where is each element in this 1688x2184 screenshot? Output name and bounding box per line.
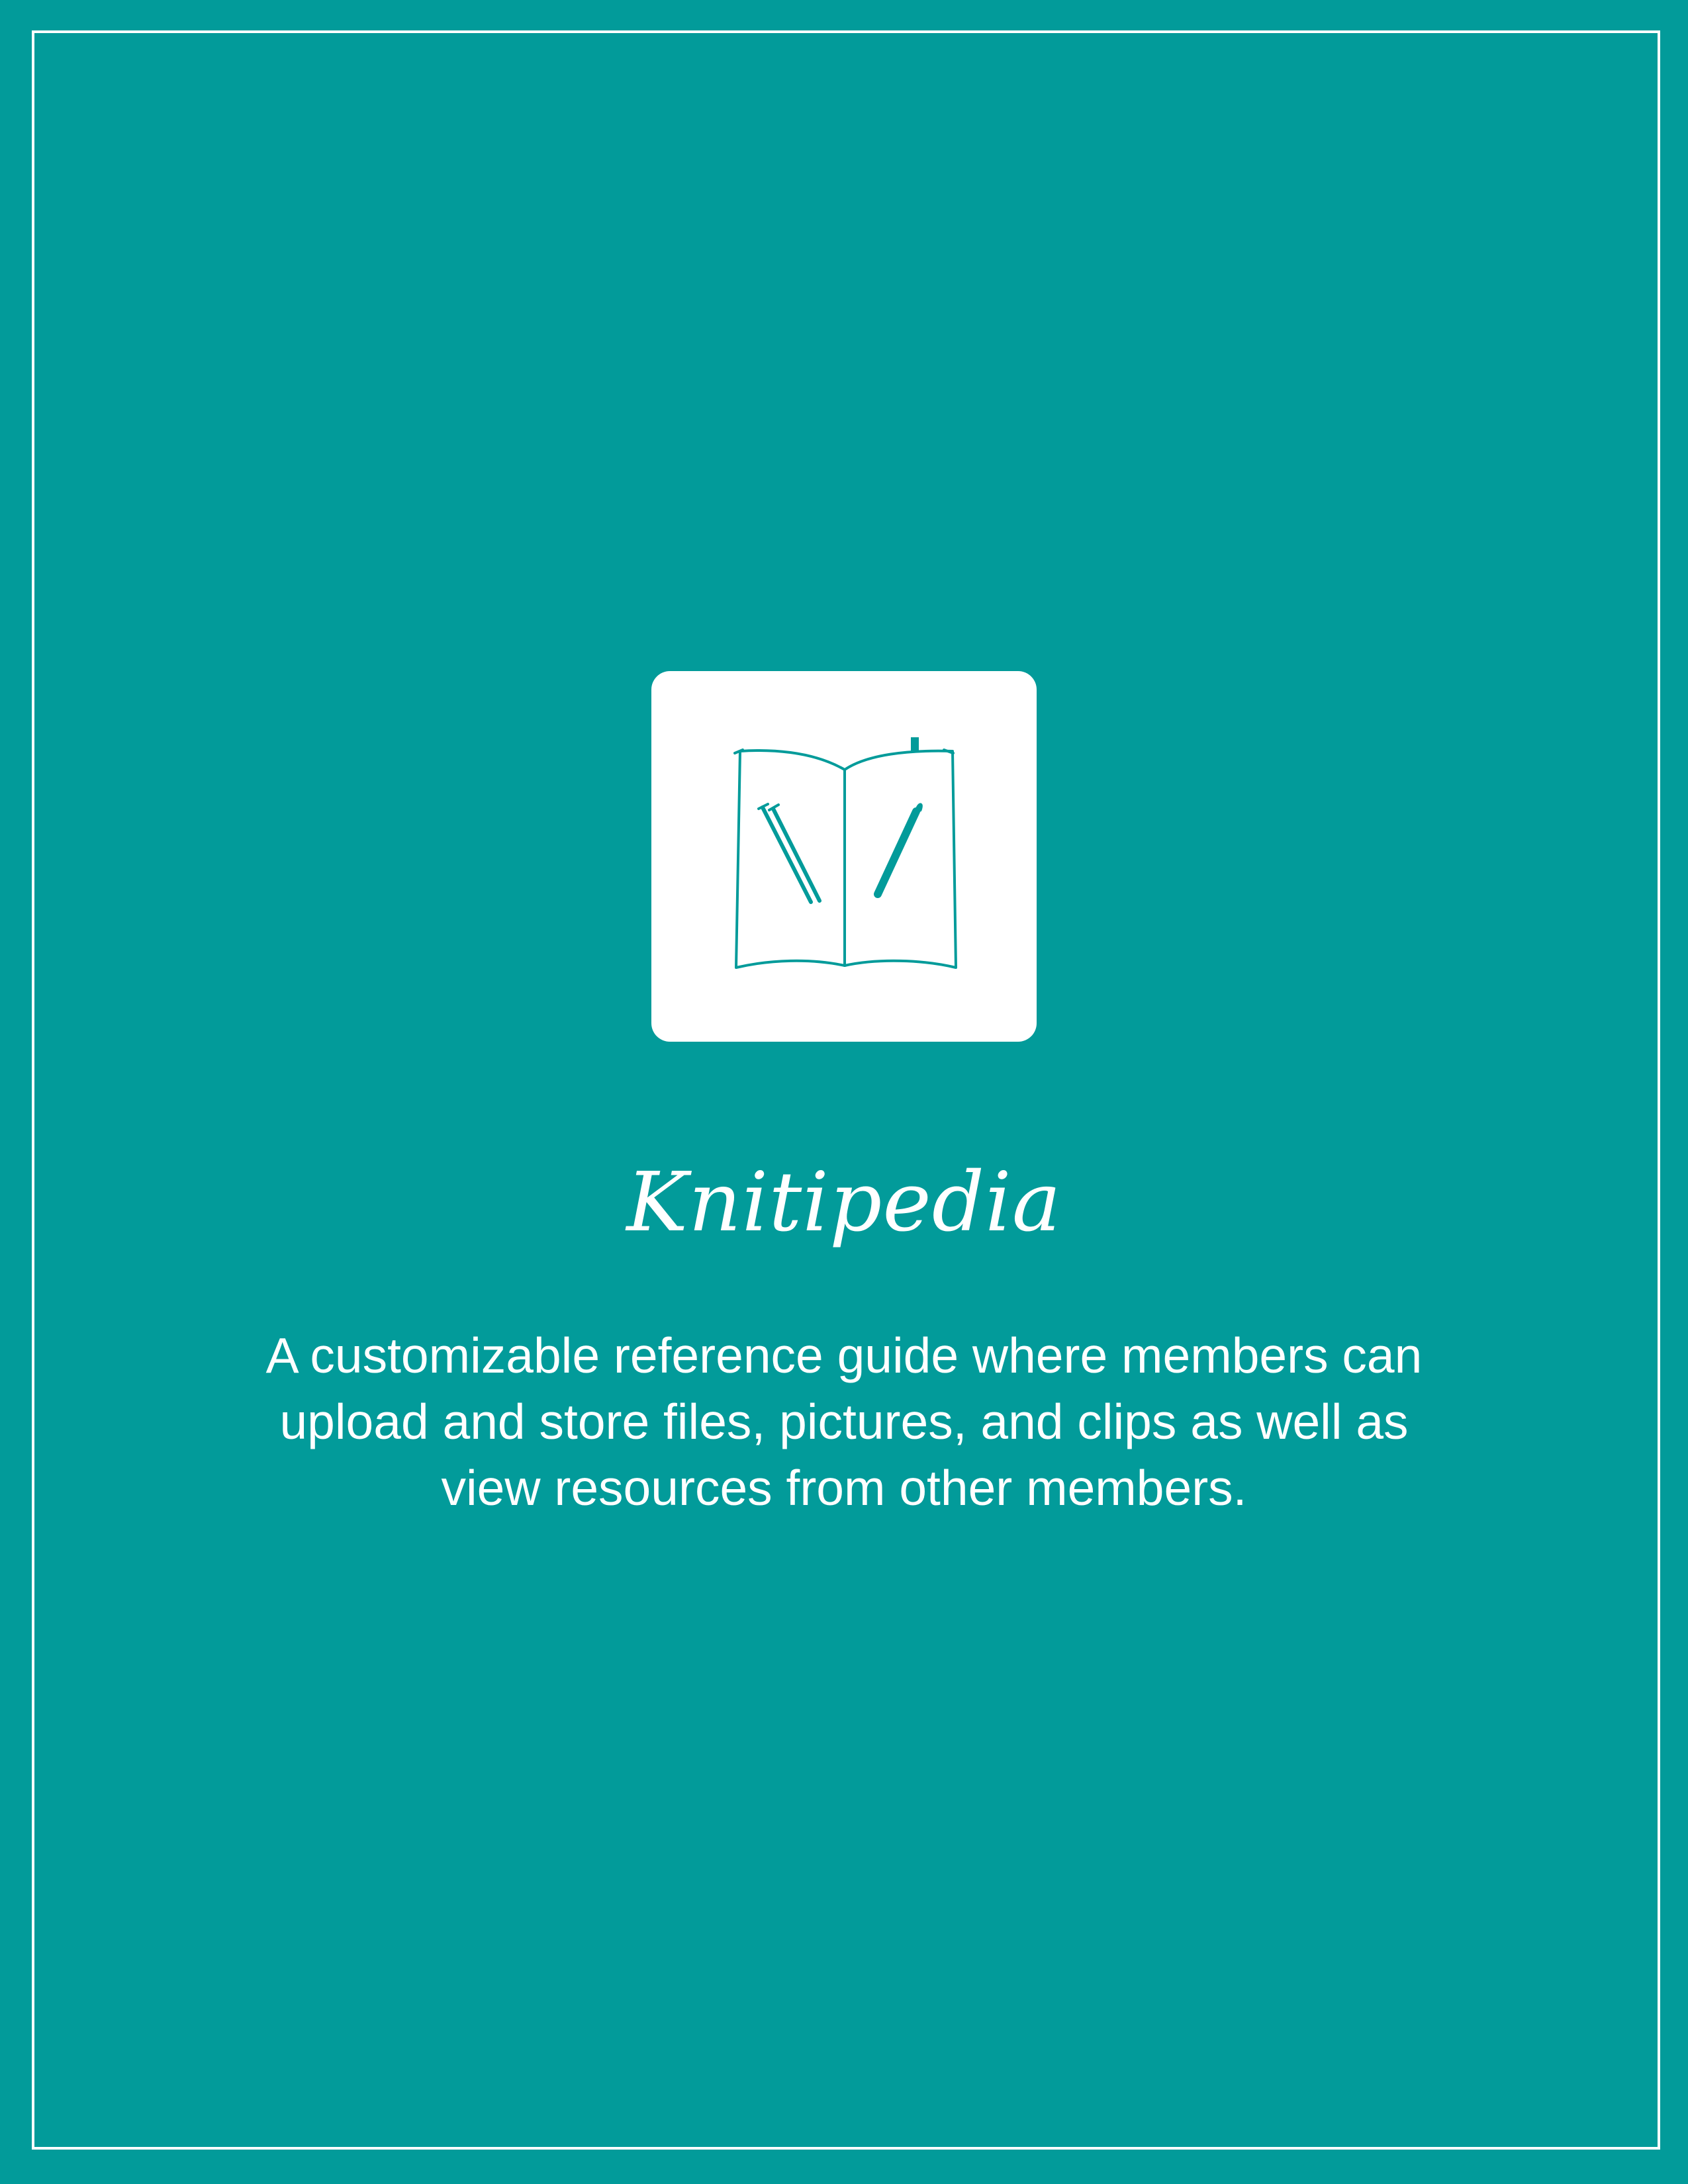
page-border <box>32 30 1660 2150</box>
app-icon-tile <box>651 671 1037 1042</box>
feature-description: A customizable reference guide where mem… <box>265 1328 1423 1516</box>
open-book-knitting-icon <box>733 737 957 969</box>
page-title: Knitipedia <box>626 1155 1062 1250</box>
